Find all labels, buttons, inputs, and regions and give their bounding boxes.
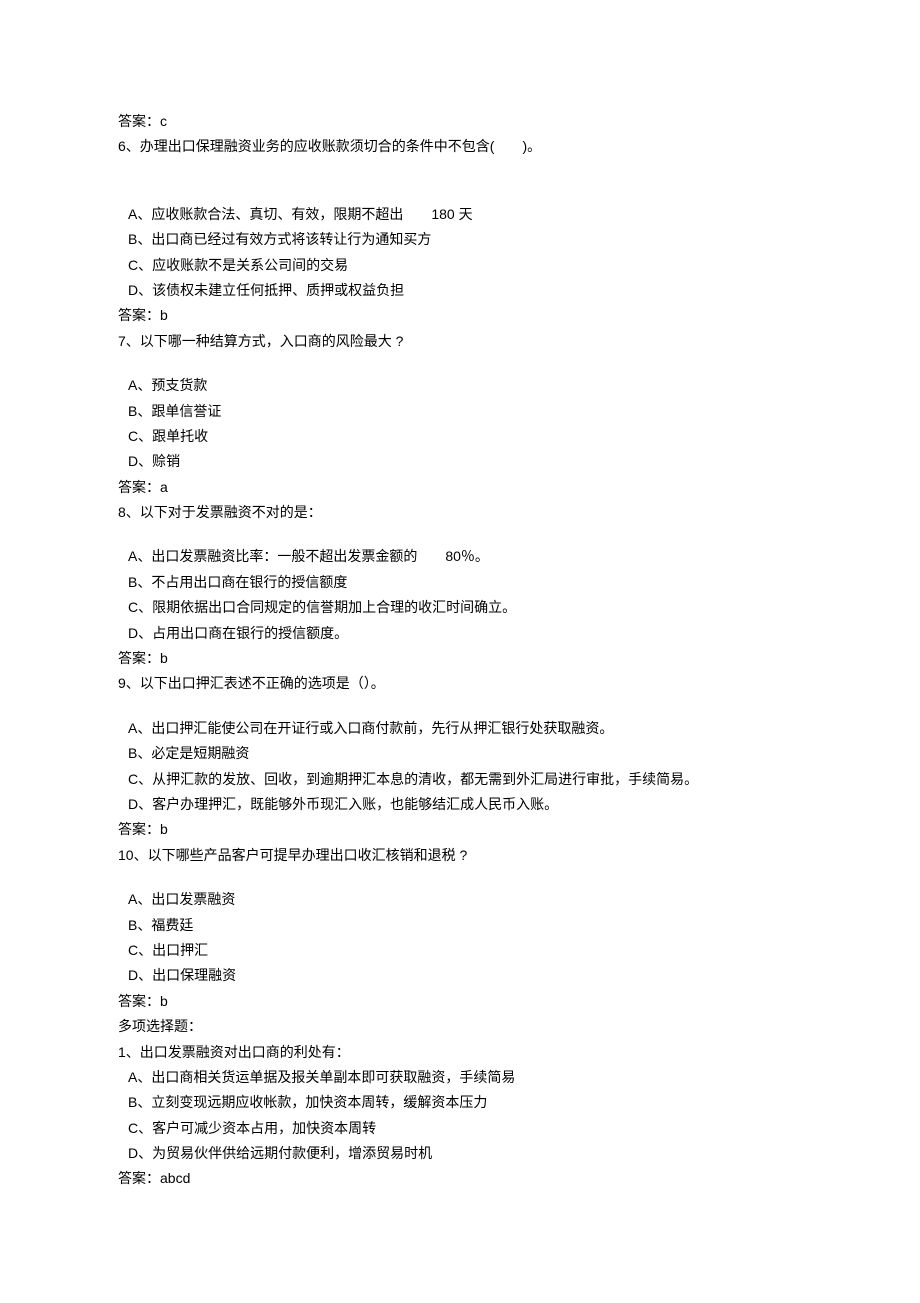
multi-choice-header: 多项选择题： <box>118 1015 802 1037</box>
option-6d: D、该债权未建立任何抵押、质押或权益负担 <box>128 279 802 301</box>
option-10d: D、出口保理融资 <box>128 964 802 986</box>
question-8-text: 8、以下对于发票融资不对的是： <box>118 501 802 523</box>
option-9a: A、出口押汇能使公司在开证行或入口商付款前，先行从押汇银行处获取融资。 <box>128 717 802 739</box>
option-m1d: D、为贸易伙伴供给远期付款便利，增添贸易时机 <box>128 1142 802 1164</box>
question-10-text: 10、以下哪些产品客户可提早办理出口收汇核销和退税 ? <box>118 844 802 866</box>
option-m1b: B、立刻变现远期应收帐款，加快资本周转，缓解资本压力 <box>128 1091 802 1113</box>
option-8c: C、限期依据出口合同规定的信誉期加上合理的收汇时间确立。 <box>128 596 802 618</box>
option-10b: B、福费廷 <box>128 914 802 936</box>
option-8a: A、出口发票融资比率：一般不超出发票金额的 80％。 <box>128 545 802 567</box>
answer-6: 答案：b <box>118 304 802 326</box>
option-6c: C、应收账款不是关系公司间的交易 <box>128 254 802 276</box>
answer-9: 答案：b <box>118 818 802 840</box>
option-7a: A、预支货款 <box>128 374 802 396</box>
answer-10: 答案：b <box>118 990 802 1012</box>
option-9d: D、客户办理押汇，既能够外币现汇入账，也能够结汇成人民币入账。 <box>128 793 802 815</box>
option-6b: B、出口商已经过有效方式将该转让行为通知买方 <box>128 228 802 250</box>
option-10a: A、出口发票融资 <box>128 888 802 910</box>
pre-answer: 答案：c <box>118 110 802 132</box>
question-7-text: 7、以下哪一种结算方式，入口商的风险最大 ? <box>118 330 802 352</box>
option-7c: C、跟单托收 <box>128 425 802 447</box>
option-m1c: C、客户可减少资本占用，加快资本周转 <box>128 1117 802 1139</box>
option-10c: C、出口押汇 <box>128 939 802 961</box>
multi-question-1-text: 1、出口发票融资对出口商的利处有： <box>118 1041 802 1063</box>
option-6a: A、应收账款合法、真切、有效，限期不超出 180 天 <box>128 203 802 225</box>
question-9-text: 9、以下出口押汇表述不正确的选项是（）。 <box>118 672 802 694</box>
option-8b: B、不占用出口商在银行的授信额度 <box>128 571 802 593</box>
option-8d: D、占用出口商在银行的授信额度。 <box>128 622 802 644</box>
answer-m1: 答案：abcd <box>118 1167 802 1189</box>
answer-7: 答案：a <box>118 476 802 498</box>
option-9b: B、必定是短期融资 <box>128 742 802 764</box>
option-9c: C、从押汇款的发放、回收，到逾期押汇本息的清收，都无需到外汇局进行审批，手续简易… <box>128 768 802 790</box>
answer-8: 答案：b <box>118 647 802 669</box>
option-m1a: A、出口商相关货运单据及报关单副本即可获取融资，手续简易 <box>128 1066 802 1088</box>
option-7d: D、赊销 <box>128 450 802 472</box>
question-6-text: 6、办理出口保理融资业务的应收账款须切合的条件中不包含( )。 <box>118 135 802 157</box>
option-7b: B、跟单信誉证 <box>128 400 802 422</box>
